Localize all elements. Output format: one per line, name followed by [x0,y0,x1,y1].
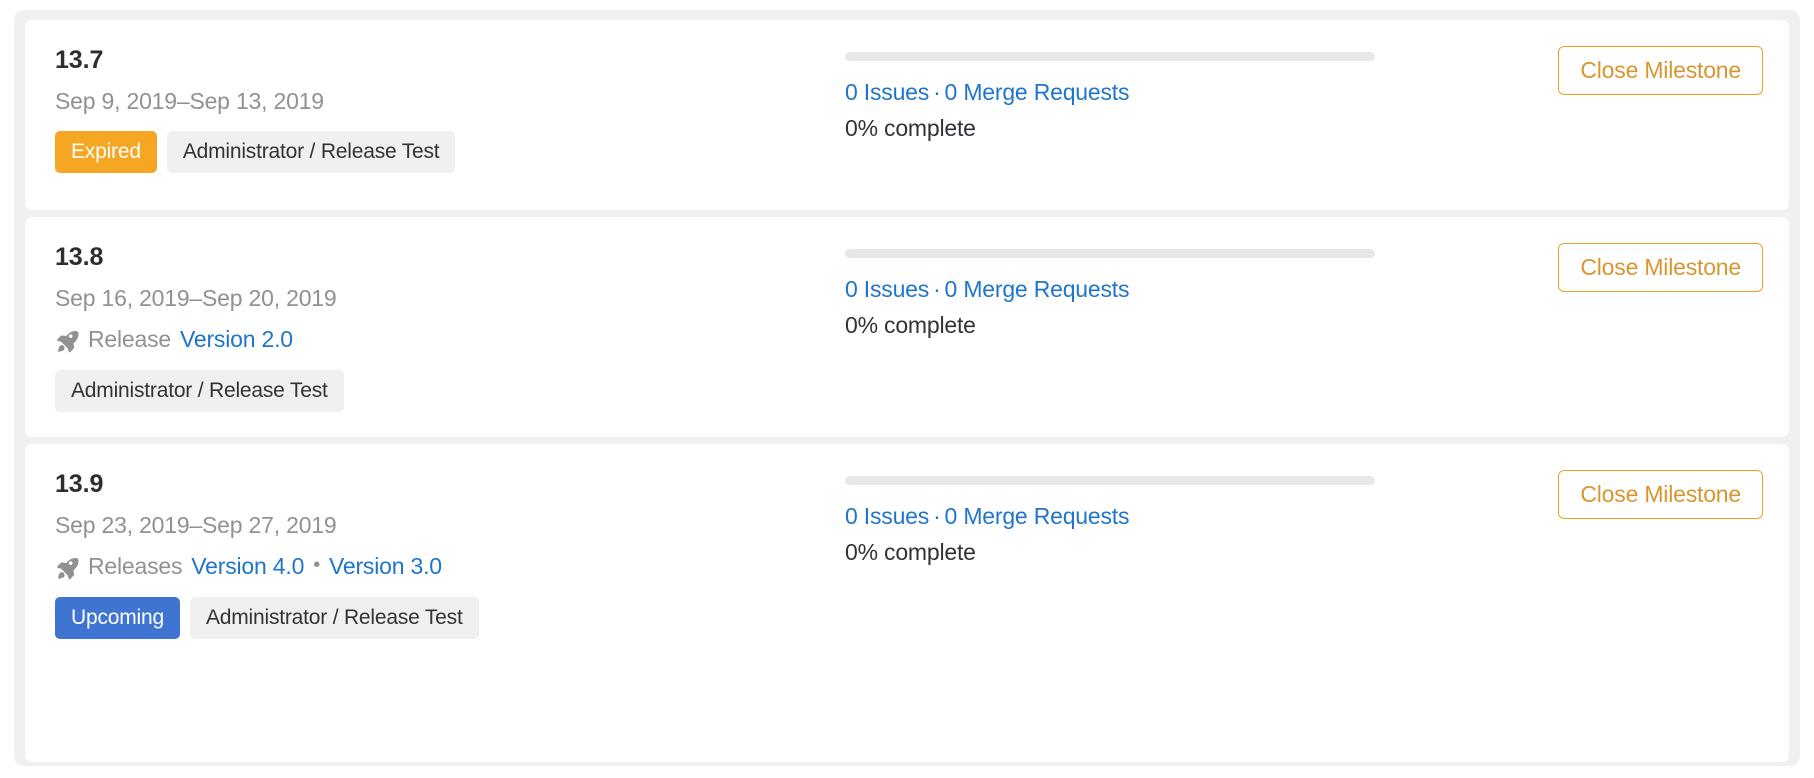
milestone-actions: Close Milestone [1385,239,1763,292]
status-badge: Upcoming [55,597,180,639]
percent-complete: 0% complete [845,114,1385,143]
milestone-card: 13.7 Sep 9, 2019–Sep 13, 2019 Expired Ad… [25,20,1789,210]
milestone-stats: 0 Issues·0 Merge Requests 0% complete [845,239,1385,340]
milestones-panel: 13.7 Sep 9, 2019–Sep 13, 2019 Expired Ad… [14,10,1800,766]
milestone-info: 13.7 Sep 9, 2019–Sep 13, 2019 Expired Ad… [55,42,845,173]
close-milestone-button[interactable]: Close Milestone [1558,46,1763,95]
close-milestone-button[interactable]: Close Milestone [1558,470,1763,519]
stats-separator: · [933,503,940,529]
milestone-badges: Expired Administrator / Release Test [55,131,845,173]
progress-bar [845,476,1375,485]
milestone-actions: Close Milestone [1385,42,1763,95]
merge-requests-link[interactable]: 0 Merge Requests [945,79,1130,105]
status-badge: Expired [55,131,157,173]
issues-link[interactable]: 0 Issues [845,79,929,105]
milestone-counts: 0 Issues·0 Merge Requests [845,502,1385,531]
close-milestone-button[interactable]: Close Milestone [1558,243,1763,292]
progress-bar [845,249,1375,258]
milestone-badges: Administrator / Release Test [55,370,845,412]
milestone-date-range: Sep 23, 2019–Sep 27, 2019 [55,512,845,540]
milestone-date-range: Sep 9, 2019–Sep 13, 2019 [55,88,845,116]
releases-label: Releases [88,553,182,581]
milestone-counts: 0 Issues·0 Merge Requests [845,275,1385,304]
release-link[interactable]: Version 2.0 [180,326,293,354]
milestone-info: 13.8 Sep 16, 2019–Sep 20, 2019 Release V… [55,239,845,412]
milestone-badges: Upcoming Administrator / Release Test [55,597,845,639]
milestone-card: 13.8 Sep 16, 2019–Sep 20, 2019 Release V… [25,217,1789,437]
milestone-stats: 0 Issues·0 Merge Requests 0% complete [845,42,1385,143]
issues-link[interactable]: 0 Issues [845,276,929,302]
milestone-actions: Close Milestone [1385,466,1763,519]
project-badge[interactable]: Administrator / Release Test [55,370,344,412]
issues-link[interactable]: 0 Issues [845,503,929,529]
release-link[interactable]: Version 3.0 [329,553,442,581]
project-badge[interactable]: Administrator / Release Test [167,131,456,173]
milestone-releases: Release Version 2.0 [55,326,845,354]
merge-requests-link[interactable]: 0 Merge Requests [945,503,1130,529]
release-separator: • [313,553,320,577]
merge-requests-link[interactable]: 0 Merge Requests [945,276,1130,302]
rocket-icon [55,556,79,580]
project-badge[interactable]: Administrator / Release Test [190,597,479,639]
milestone-title: 13.9 [55,470,845,499]
percent-complete: 0% complete [845,311,1385,340]
progress-bar [845,52,1375,61]
milestone-title: 13.8 [55,243,845,272]
milestone-counts: 0 Issues·0 Merge Requests [845,78,1385,107]
releases-label: Release [88,326,171,354]
percent-complete: 0% complete [845,538,1385,567]
release-link[interactable]: Version 4.0 [191,553,304,581]
milestone-stats: 0 Issues·0 Merge Requests 0% complete [845,466,1385,567]
stats-separator: · [933,79,940,105]
milestone-releases: Releases Version 4.0 • Version 3.0 [55,553,845,581]
milestone-date-range: Sep 16, 2019–Sep 20, 2019 [55,285,845,313]
milestone-info: 13.9 Sep 23, 2019–Sep 27, 2019 Releases … [55,466,845,639]
milestone-title: 13.7 [55,46,845,75]
stats-separator: · [933,276,940,302]
milestones-page: 13.7 Sep 9, 2019–Sep 13, 2019 Expired Ad… [0,0,1814,778]
rocket-icon [55,329,79,353]
milestone-card: 13.9 Sep 23, 2019–Sep 27, 2019 Releases … [25,444,1789,762]
